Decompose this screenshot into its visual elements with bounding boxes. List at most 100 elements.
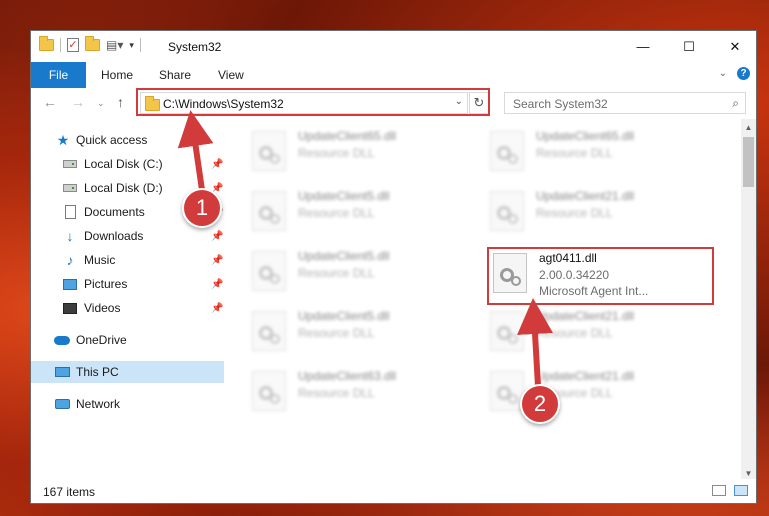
file-type: Resource DLL: [536, 146, 613, 160]
pin-icon[interactable]: 📌: [211, 255, 223, 266]
customize-toolbar-icon[interactable]: ▾: [129, 40, 134, 51]
navigation-pane: ★ Quick access Local Disk (C:) 📌 Local D…: [31, 127, 224, 481]
file-type: Resource DLL: [298, 146, 375, 160]
file-item[interactable]: UpdateClient63.dll Resource DLL: [252, 367, 472, 419]
sidebar-item-network[interactable]: Network: [31, 393, 224, 415]
recent-locations-button[interactable]: ⌄: [97, 98, 105, 109]
pin-icon[interactable]: 📌: [211, 159, 223, 170]
file-type: Resource DLL: [536, 326, 613, 340]
file-name: UpdateClient21.dll: [536, 369, 635, 383]
expand-ribbon-icon[interactable]: ⌄: [719, 68, 727, 79]
toolbar-divider: [60, 38, 61, 52]
toolbar-divider: [139, 38, 141, 52]
star-icon: ★: [56, 131, 70, 148]
sidebar-item-label: Network: [76, 397, 121, 411]
status-bar: 167 items: [31, 479, 756, 503]
file-type: Resource DLL: [298, 326, 375, 340]
videos-icon: [62, 301, 78, 315]
sidebar-item-this-pc[interactable]: This PC: [31, 361, 224, 383]
minimize-button[interactable]: —: [620, 31, 666, 62]
drive-icon: [62, 157, 78, 171]
step-badge-2: 2: [520, 384, 560, 424]
dll-file-icon: [490, 131, 524, 171]
dll-file-icon: [490, 371, 524, 411]
dll-file-icon: [490, 191, 524, 231]
sidebar-item-onedrive[interactable]: OneDrive: [31, 329, 224, 351]
sidebar-item-label: Local Disk (C:): [84, 157, 163, 171]
cloud-icon: [54, 333, 70, 347]
sidebar-item-label: Local Disk (D:): [84, 181, 163, 195]
sidebar-item-label: OneDrive: [76, 333, 127, 347]
documents-icon: [62, 205, 78, 219]
search-input[interactable]: Search System32: [513, 97, 608, 111]
ribbon-tabs: File Home Share View ⌄ ?: [31, 62, 756, 89]
large-icons-view-button[interactable]: [734, 485, 748, 496]
title-bar: ✓ ▤▾ ▾ System32 — ☐ ✕: [31, 31, 756, 62]
forward-button[interactable]: →: [71, 94, 85, 110]
sidebar-item-music[interactable]: ♪ Music 📌: [31, 249, 224, 271]
maximize-button[interactable]: ☐: [666, 31, 712, 62]
music-icon: ♪: [66, 252, 74, 268]
pc-icon: [54, 365, 70, 379]
help-icon[interactable]: ?: [737, 67, 750, 80]
sidebar-item-videos[interactable]: Videos 📌: [31, 297, 224, 319]
properties-icon[interactable]: ✓: [67, 38, 79, 52]
dll-file-icon: [252, 251, 286, 291]
window-title: System32: [168, 40, 222, 54]
scroll-up-button[interactable]: ▲: [741, 119, 756, 135]
dll-file-icon: [490, 311, 524, 351]
file-item[interactable]: UpdateClient65.dll Resource DLL: [252, 127, 472, 179]
details-view-button[interactable]: [712, 485, 726, 496]
search-icon: ⌕: [732, 96, 739, 110]
ribbon-controls: ⌄ ?: [719, 67, 750, 80]
file-item[interactable]: UpdateClient5.dll Resource DLL: [252, 307, 472, 359]
tab-file[interactable]: File: [31, 62, 86, 88]
file-name: UpdateClient5.dll: [298, 189, 390, 203]
scroll-thumb[interactable]: [743, 137, 754, 187]
file-name: UpdateClient65.dll: [298, 129, 397, 143]
folder-icon[interactable]: [39, 36, 54, 51]
sidebar-item-label: Pictures: [84, 277, 128, 291]
file-name: UpdateClient5.dll: [298, 309, 390, 323]
tab-home[interactable]: Home: [101, 62, 133, 88]
file-highlight: [487, 247, 714, 305]
downloads-icon: ↓: [66, 228, 74, 244]
file-item[interactable]: UpdateClient5.dll Resource DLL: [252, 247, 472, 299]
sidebar-item-label: Quick access: [76, 133, 148, 147]
close-button[interactable]: ✕: [712, 31, 756, 62]
sidebar-item-quick-access[interactable]: ★ Quick access: [31, 129, 224, 151]
vertical-scrollbar[interactable]: ▲ ▼: [741, 119, 756, 481]
file-type: Resource DLL: [298, 266, 375, 280]
sidebar-item-label: Music: [84, 253, 116, 267]
file-item[interactable]: UpdateClient65.dll Resource DLL: [490, 127, 710, 179]
file-name: UpdateClient5.dll: [298, 249, 390, 263]
sidebar-item-pictures[interactable]: Pictures 📌: [31, 273, 224, 295]
view-options-icon[interactable]: ▤▾: [106, 38, 123, 52]
pin-icon[interactable]: 📌: [211, 231, 223, 242]
dll-file-icon: [252, 311, 286, 351]
sidebar-item-local-disk-c[interactable]: Local Disk (C:) 📌: [31, 153, 224, 175]
new-folder-icon[interactable]: [85, 36, 100, 51]
quick-access-toolbar: ✓ ▤▾ ▾: [39, 36, 141, 52]
file-item[interactable]: UpdateClient5.dll Resource DLL: [252, 187, 472, 239]
drive-icon: [62, 181, 78, 195]
file-item[interactable]: UpdateClient21.dll Resource DLL: [490, 307, 710, 359]
file-item[interactable]: UpdateClient21.dll Resource DLL: [490, 187, 710, 239]
up-button[interactable]: ↑: [117, 94, 124, 110]
search-box[interactable]: Search System32 ⌕: [504, 92, 746, 114]
pictures-icon: [62, 277, 78, 291]
sidebar-item-label: Documents: [84, 205, 145, 219]
sidebar-item-downloads[interactable]: ↓ Downloads 📌: [31, 225, 224, 247]
pin-icon[interactable]: 📌: [211, 303, 223, 314]
dll-file-icon: [252, 131, 286, 171]
view-switcher: [712, 485, 748, 496]
sidebar-item-label: This PC: [76, 365, 119, 379]
dll-file-icon: [252, 371, 286, 411]
file-name: UpdateClient65.dll: [536, 129, 635, 143]
pin-icon[interactable]: 📌: [211, 279, 223, 290]
sidebar-item-label: Downloads: [84, 229, 144, 243]
tab-share[interactable]: Share: [159, 62, 191, 88]
back-button[interactable]: ←: [43, 94, 57, 110]
tab-view[interactable]: View: [218, 62, 244, 88]
file-name: UpdateClient63.dll: [298, 369, 397, 383]
